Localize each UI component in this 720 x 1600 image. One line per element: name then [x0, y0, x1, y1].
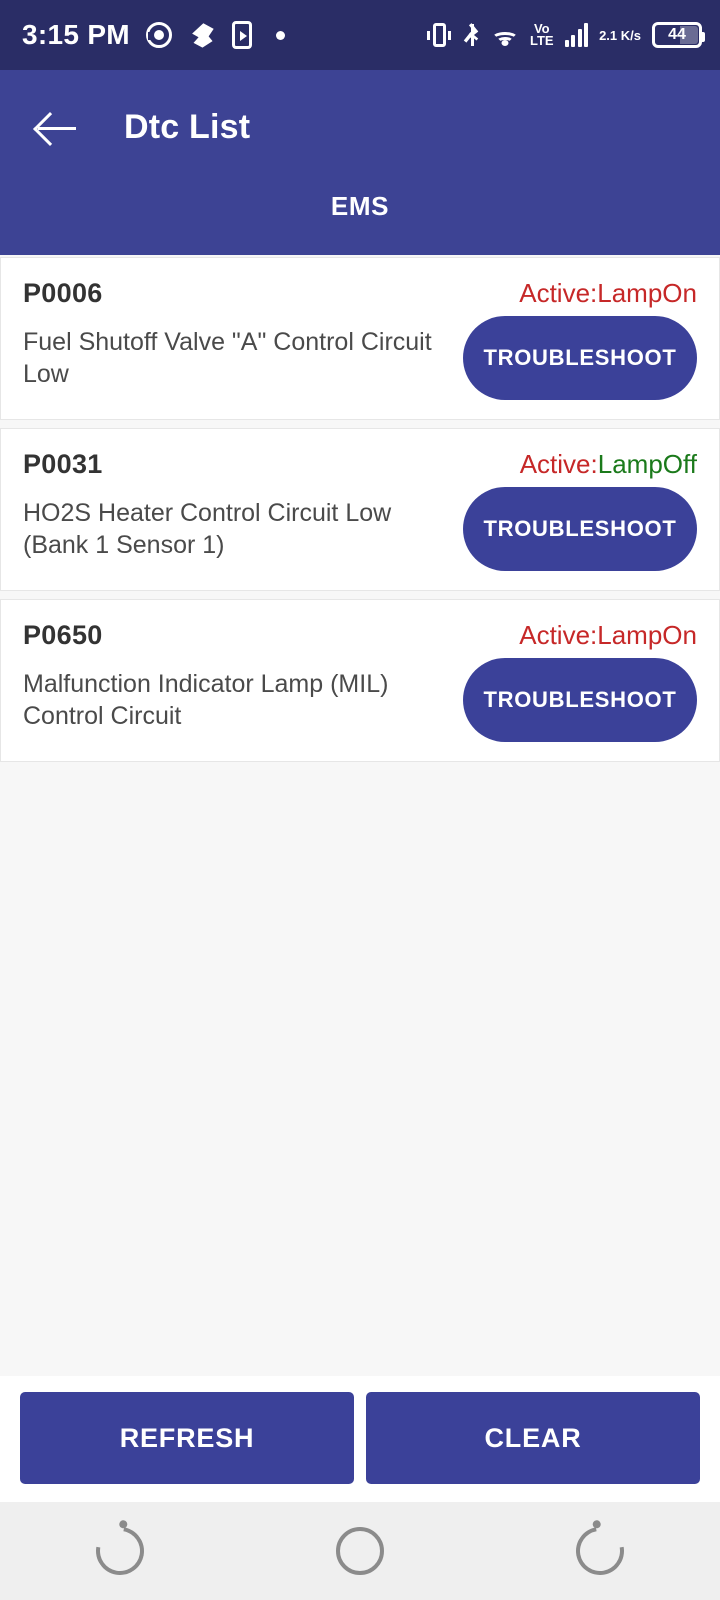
status-bar-left: 3:15 PM	[22, 19, 285, 51]
troubleshoot-button[interactable]: TROUBLESHOOT	[463, 658, 697, 742]
clear-button[interactable]: CLEAR	[366, 1392, 700, 1484]
bluetooth-icon	[463, 22, 481, 48]
volte-icon: Vo LTE	[529, 22, 554, 48]
dtc-description: Fuel Shutoff Valve "A" Control Circuit L…	[23, 328, 432, 388]
dtc-status-lamp: LampOn	[597, 278, 697, 308]
dtc-card-header: P0006 Active:LampOn	[23, 278, 697, 309]
refresh-button[interactable]: REFRESH	[20, 1392, 354, 1484]
home-circle-icon[interactable]	[336, 1527, 384, 1575]
wifi-icon	[491, 25, 519, 46]
dot-icon	[275, 30, 285, 40]
volte-label-bottom: LTE	[529, 33, 554, 48]
dtc-status-lamp: LampOn	[597, 620, 697, 650]
status-bar-clock: 3:15 PM	[22, 19, 130, 50]
dtc-status-prefix: Active:	[519, 278, 598, 308]
dtc-status-badge: Active:LampOn	[519, 278, 697, 309]
dtc-card-body: Malfunction Indicator Lamp (MIL) Control…	[23, 657, 697, 743]
dtc-card-body: Fuel Shutoff Valve "A" Control Circuit L…	[23, 315, 697, 401]
troubleshoot-button[interactable]: TROUBLESHOOT	[463, 487, 697, 571]
dtc-status-lamp: LampOff	[597, 449, 697, 479]
bird-app-icon	[192, 23, 214, 48]
data-rate-value: 2.1	[599, 27, 618, 43]
status-bar: 3:15 PM Vo LTE 2.1 K/s 44	[0, 0, 720, 70]
status-bar-right: Vo LTE 2.1 K/s 44	[426, 22, 705, 48]
signal-bars-icon	[564, 23, 589, 47]
android-navigation-bar	[0, 1502, 720, 1600]
tab-ems[interactable]: EMS	[309, 185, 411, 228]
dtc-description: Malfunction Indicator Lamp (MIL) Control…	[23, 670, 389, 730]
cast-icon	[145, 22, 172, 48]
dtc-code: P0650	[23, 620, 103, 650]
dtc-code: P0031	[23, 449, 103, 479]
app-root: 3:15 PM Vo LTE 2.1 K/s 44 Dtc List EMS P…	[0, 0, 720, 1600]
dtc-card[interactable]: P0006 Active:LampOn Fuel Shutoff Valve "…	[0, 257, 720, 420]
page-title: Dtc List	[124, 108, 251, 146]
tab-bar: EMS	[0, 185, 720, 255]
battery-icon: 44	[652, 22, 705, 48]
dtc-card[interactable]: P0031 Active:LampOff HO2S Heater Control…	[0, 428, 720, 591]
dtc-card-header: P0650 Active:LampOn	[23, 620, 697, 651]
vibrate-icon	[426, 23, 452, 47]
back-gesture-icon[interactable]	[566, 1517, 634, 1585]
arrow-left-icon[interactable]	[30, 100, 86, 156]
recents-icon[interactable]	[86, 1517, 154, 1585]
bottom-action-bar: REFRESH CLEAR	[0, 1376, 720, 1502]
dtc-code: P0006	[23, 278, 103, 308]
dtc-status-badge: Active:LampOn	[519, 620, 697, 651]
data-rate-unit: K/s	[620, 27, 641, 43]
dtc-status-prefix: Active:	[519, 449, 598, 479]
dtc-list: P0006 Active:LampOn Fuel Shutoff Valve "…	[0, 255, 720, 1376]
dtc-description: HO2S Heater Control Circuit Low (Bank 1 …	[23, 499, 392, 559]
dtc-card-body: HO2S Heater Control Circuit Low (Bank 1 …	[23, 486, 697, 572]
dtc-status-badge: Active:LampOff	[520, 449, 697, 480]
data-rate-icon: 2.1 K/s	[599, 29, 641, 42]
app-bar-top-row: Dtc List	[0, 70, 720, 185]
troubleshoot-button[interactable]: TROUBLESHOOT	[463, 316, 697, 400]
battery-level-label: 44	[668, 26, 686, 43]
dtc-status-prefix: Active:	[519, 620, 598, 650]
media-player-icon	[231, 21, 252, 49]
dtc-card[interactable]: P0650 Active:LampOn Malfunction Indicato…	[0, 599, 720, 762]
app-bar: Dtc List EMS	[0, 70, 720, 255]
dtc-card-header: P0031 Active:LampOff	[23, 449, 697, 480]
